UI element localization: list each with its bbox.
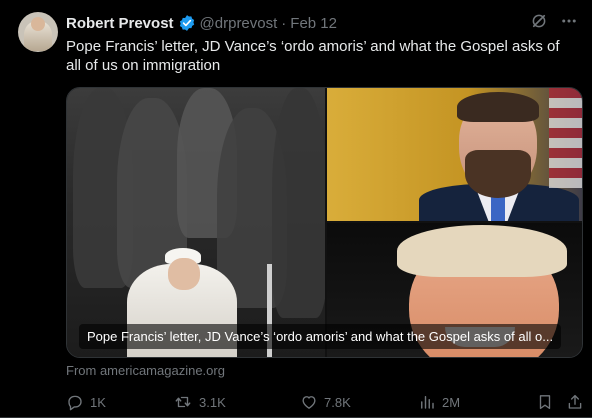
author-handle[interactable]: @drprevost bbox=[200, 15, 278, 32]
grok-icon[interactable] bbox=[530, 12, 548, 30]
like-count: 7.8K bbox=[324, 394, 351, 410]
tweet[interactable]: Robert Prevost @drprevost · Feb 12 Pope … bbox=[0, 0, 592, 418]
top-actions bbox=[530, 12, 578, 30]
card-image-pope-statue bbox=[67, 88, 325, 357]
reply-icon bbox=[68, 395, 82, 411]
views-icon bbox=[421, 396, 434, 409]
tweet-text: Pope Francis’ letter, JD Vance’s ‘ordo a… bbox=[66, 38, 560, 74]
action-bar: 1K 3.1K 7.8K 2M bbox=[66, 393, 586, 413]
author-name[interactable]: Robert Prevost bbox=[66, 15, 174, 32]
repost-action[interactable]: 3.1K bbox=[173, 393, 226, 411]
views-action[interactable]: 2M bbox=[418, 393, 460, 411]
repost-count: 3.1K bbox=[199, 394, 226, 410]
card-caption: Pope Francis’ letter, JD Vance’s ‘ordo a… bbox=[79, 324, 562, 349]
like-action[interactable]: 7.8K bbox=[300, 393, 351, 411]
card-image-vance bbox=[327, 88, 582, 221]
share-action[interactable] bbox=[566, 393, 584, 411]
tweet-header: Robert Prevost @drprevost · Feb 12 bbox=[66, 13, 337, 33]
reply-count: 1K bbox=[90, 394, 106, 410]
bookmark-action[interactable] bbox=[536, 393, 554, 411]
views-count: 2M bbox=[442, 394, 461, 410]
card-source[interactable]: From americamagazine.org bbox=[66, 363, 225, 378]
bookmark-icon bbox=[539, 395, 551, 410]
post-date[interactable]: Feb 12 bbox=[290, 15, 337, 32]
separator-dot: · bbox=[281, 14, 287, 32]
link-card[interactable]: Pope Francis’ letter, JD Vance’s ‘ordo a… bbox=[66, 87, 583, 358]
share-icon bbox=[568, 394, 582, 409]
more-icon[interactable] bbox=[560, 12, 578, 30]
repost-icon bbox=[175, 396, 191, 408]
like-icon bbox=[302, 396, 316, 409]
reply-action[interactable]: 1K bbox=[66, 393, 106, 411]
verified-badge-icon bbox=[179, 15, 194, 31]
avatar[interactable] bbox=[18, 12, 58, 52]
